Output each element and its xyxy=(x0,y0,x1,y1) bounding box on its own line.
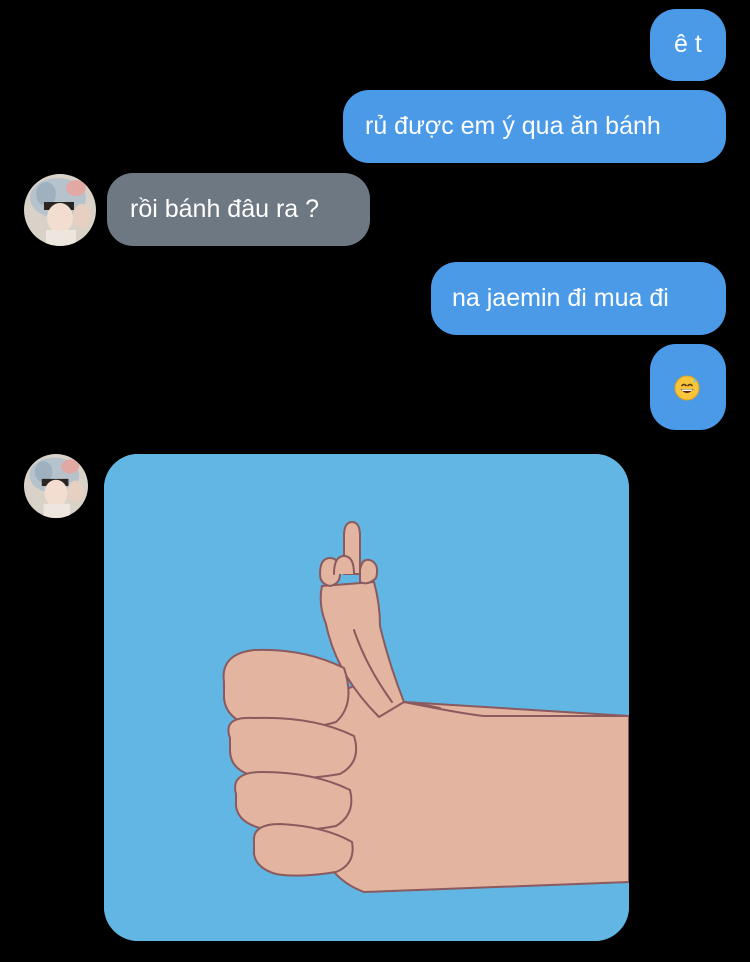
message-bubble-incoming[interactable]: rồi bánh đâu ra ? xyxy=(107,173,370,246)
message-text: rủ được em ý qua ăn bánh xyxy=(365,112,661,140)
message-bubble-outgoing[interactable]: rủ được em ý qua ăn bánh xyxy=(343,90,726,163)
grinning-face-with-sweat-icon xyxy=(674,375,700,401)
avatar-photo xyxy=(24,454,88,518)
message-text: na jaemin đi mua đi xyxy=(452,284,669,312)
hand-illustration xyxy=(104,454,629,941)
message-text: rồi bánh đâu ra ? xyxy=(130,195,320,223)
message-bubble-outgoing[interactable] xyxy=(650,344,726,430)
message-bubble-outgoing[interactable]: na jaemin đi mua đi xyxy=(431,262,726,335)
contact-avatar[interactable] xyxy=(24,174,96,246)
avatar-photo xyxy=(24,174,96,246)
message-image[interactable] xyxy=(104,454,629,941)
message-text: ê t xyxy=(674,30,702,58)
contact-avatar[interactable] xyxy=(24,454,88,518)
message-bubble-outgoing[interactable]: ê t xyxy=(650,9,726,81)
